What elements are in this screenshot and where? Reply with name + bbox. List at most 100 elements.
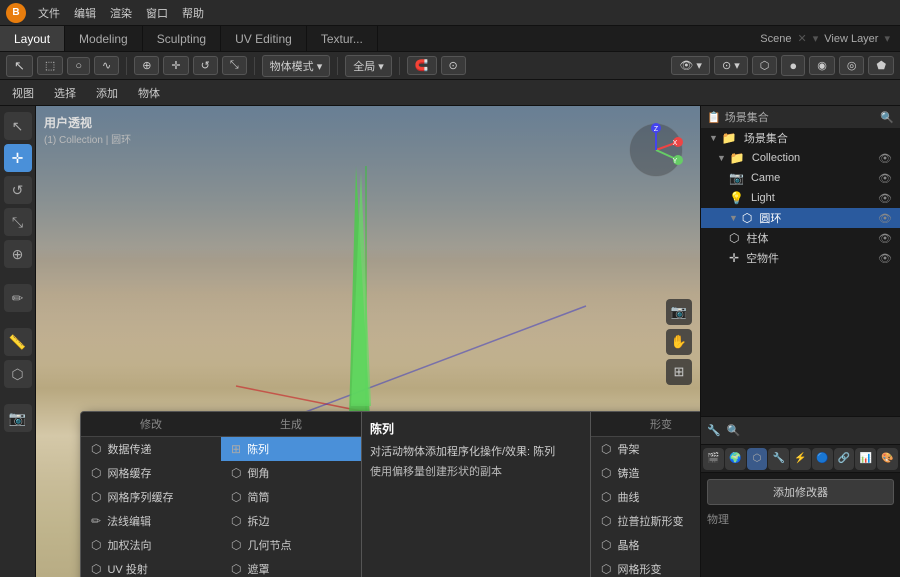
solid-view[interactable]: ● (781, 55, 805, 76)
measure-tool[interactable]: 📏 (4, 328, 32, 356)
cylinder-visibility-icon[interactable]: 👁 (878, 232, 892, 245)
outliner-torus[interactable]: ▼ ⬡ 圆环 👁 (701, 208, 900, 228)
camera-visibility-icon[interactable]: 👁 (878, 172, 892, 185)
add-cube[interactable]: ⬡ (4, 360, 32, 388)
outliner-light[interactable]: 💡 Light 👁 (701, 188, 900, 208)
transform-tool[interactable]: ⊕ (4, 240, 32, 268)
popup-item-lattice[interactable]: ⬡ 晶格 (591, 533, 700, 557)
popup-item-boolean[interactable]: ⬡ 简筒 (221, 485, 361, 509)
select-box[interactable]: ⬚ (37, 56, 63, 75)
properties-search[interactable]: 🔍 (727, 424, 741, 437)
tab-layout[interactable]: Layout (0, 26, 65, 51)
overlay-options[interactable]: ⊙ ▾ (714, 56, 748, 75)
prop-tab-constraints[interactable]: 🔗 (834, 448, 855, 470)
select-tool[interactable]: ↖ (4, 112, 32, 140)
add-menu[interactable]: 添加 (90, 83, 124, 103)
menu-file[interactable]: 文件 (32, 3, 66, 23)
proportional-edit[interactable]: ⊙ (441, 56, 466, 75)
prop-tab-scene[interactable]: 🎬 (703, 448, 724, 470)
camera-tool[interactable]: 📷 (4, 404, 32, 432)
camera-view-btn[interactable]: 📷 (666, 299, 692, 325)
popup-item-laplacian-deform[interactable]: ⬡ 拉普拉斯形变 (591, 509, 700, 533)
item-label: 网格缓存 (107, 465, 151, 481)
rotate-tool[interactable]: ↺ (4, 176, 32, 204)
prop-tab-object[interactable]: ⬡ (747, 448, 768, 470)
item-label: UV 投射 (107, 561, 147, 577)
light-visibility-icon[interactable]: 👁 (878, 192, 892, 205)
popup-item-cast[interactable]: ⬡ 铸造 (591, 461, 700, 485)
object-menu[interactable]: 物体 (132, 83, 166, 103)
popup-item-mesh-cache[interactable]: ⬡ 网格缓存 (81, 461, 221, 485)
popup-item-array[interactable]: ⊞ 陈列 (221, 437, 361, 461)
rotate[interactable]: ↺ (193, 56, 218, 75)
prop-tab-modifiers[interactable]: 🔧 (768, 448, 789, 470)
wireframe-view[interactable]: ⬟ (868, 56, 894, 75)
rendered-view[interactable]: ◎ (839, 56, 865, 75)
tab-modeling[interactable]: Modeling (65, 26, 143, 51)
popup-item-curve[interactable]: ⬡ 曲线 (591, 485, 700, 509)
popup-item-normal-edit[interactable]: ✏ 法线编辑 (81, 509, 221, 533)
popup-item-mesh-deform[interactable]: ⬡ 网格形变 (591, 557, 700, 577)
outliner-camera[interactable]: 📷 Came 👁 (701, 168, 900, 188)
viewport-title: 用户透视 (44, 114, 131, 131)
blender-logo[interactable]: B (6, 3, 26, 23)
xray-toggle[interactable]: ⬡ (752, 56, 778, 75)
popup-item-data-transfer[interactable]: ⬡ 数据传递 (81, 437, 221, 461)
popup-item-mask[interactable]: ⬡ 遮罩 (221, 557, 361, 577)
menu-edit[interactable]: 编辑 (68, 3, 102, 23)
popup-item-uv-project[interactable]: ⬡ UV 投射 (81, 557, 221, 577)
outliner-search[interactable]: 🔍 (880, 111, 894, 124)
popup-item-weighted-normal[interactable]: ⬡ 加权法向 (81, 533, 221, 557)
snap-toggle[interactable]: 🧲 (407, 56, 437, 75)
annotate-tool[interactable]: ✏ (4, 284, 32, 312)
grid-btn[interactable]: ⊞ (666, 359, 692, 385)
popup-item-armature[interactable]: ⬡ 骨架 (591, 437, 700, 461)
transform[interactable]: ⊕ (134, 56, 159, 75)
prop-tab-data[interactable]: 📊 (855, 448, 876, 470)
add-modifier-button[interactable]: 添加修改器 (707, 479, 894, 505)
pan-btn[interactable]: ✋ (666, 329, 692, 355)
empty-visibility-icon[interactable]: 👁 (878, 252, 892, 265)
modifier-popup-menu[interactable]: 修改 ⬡ 数据传递 ⬡ 网格缓存 ⬡ 网格序列缓存 ✏ (80, 411, 700, 577)
tab-texture[interactable]: Textur... (307, 26, 378, 51)
outliner-cylinder[interactable]: ⬡ 柱体 👁 (701, 228, 900, 248)
outliner-empty[interactable]: ✛ 空物件 👁 (701, 248, 900, 268)
material-view[interactable]: ◉ (809, 56, 835, 75)
select-menu[interactable]: 选择 (48, 83, 82, 103)
prop-tab-physics[interactable]: 🔵 (812, 448, 833, 470)
prop-tab-world[interactable]: 🌍 (725, 448, 746, 470)
visibility-icon[interactable]: 👁 (878, 152, 892, 165)
popup-item-geometry-nodes[interactable]: ⬡ 几何节点 (221, 533, 361, 557)
outliner-collection[interactable]: ▼ 📁 Collection 👁 (701, 148, 900, 168)
outliner-root[interactable]: ▼ 📁 场景集合 (701, 128, 900, 148)
view-options[interactable]: 👁 ▾ (671, 56, 710, 75)
view-menu[interactable]: 视图 (6, 83, 40, 103)
item-label: 拆边 (247, 513, 269, 529)
select-lasso[interactable]: ∿ (94, 56, 119, 75)
mesh-seq-icon: ⬡ (91, 490, 101, 504)
select-tool-cursor[interactable]: ↖ (6, 55, 33, 77)
popup-item-bevel[interactable]: ⬡ 倒角 (221, 461, 361, 485)
move-tool[interactable]: ✛ (4, 144, 32, 172)
popup-item-mesh-seq-cache[interactable]: ⬡ 网格序列缓存 (81, 485, 221, 509)
menu-help[interactable]: 帮助 (176, 3, 210, 23)
collection-folder-icon: 📁 (730, 151, 745, 165)
axes-gizmo[interactable]: X Y Z (628, 122, 684, 178)
scale[interactable]: ⤡ (222, 56, 247, 75)
select-circle[interactable]: ○ (67, 57, 90, 75)
move[interactable]: ✛ (163, 56, 188, 75)
scale-tool[interactable]: ⤡ (4, 208, 32, 236)
item-label: 陈列 (247, 441, 269, 457)
menu-render[interactable]: 渲染 (104, 3, 138, 23)
prop-tab-particles[interactable]: ⚡ (790, 448, 811, 470)
tab-sculpting[interactable]: Sculpting (143, 26, 221, 51)
tab-uv-editing[interactable]: UV Editing (221, 26, 307, 51)
viewport[interactable]: X Y Z 用户透视 (1) Collection | 圆环 📷 ✋ ⊞ (36, 106, 700, 577)
menu-window[interactable]: 窗口 (140, 3, 174, 23)
popup-item-build[interactable]: ⬡ 拆边 (221, 509, 361, 533)
global-dropdown[interactable]: 全局 ▾ (345, 55, 392, 77)
prop-tab-material[interactable]: 🎨 (877, 448, 898, 470)
mode-dropdown[interactable]: 物体模式 ▾ (262, 55, 331, 77)
torus-visibility-icon[interactable]: 👁 (878, 212, 892, 225)
scene-selector[interactable]: Scene ✕ ▾ View Layer ▾ (750, 26, 900, 51)
